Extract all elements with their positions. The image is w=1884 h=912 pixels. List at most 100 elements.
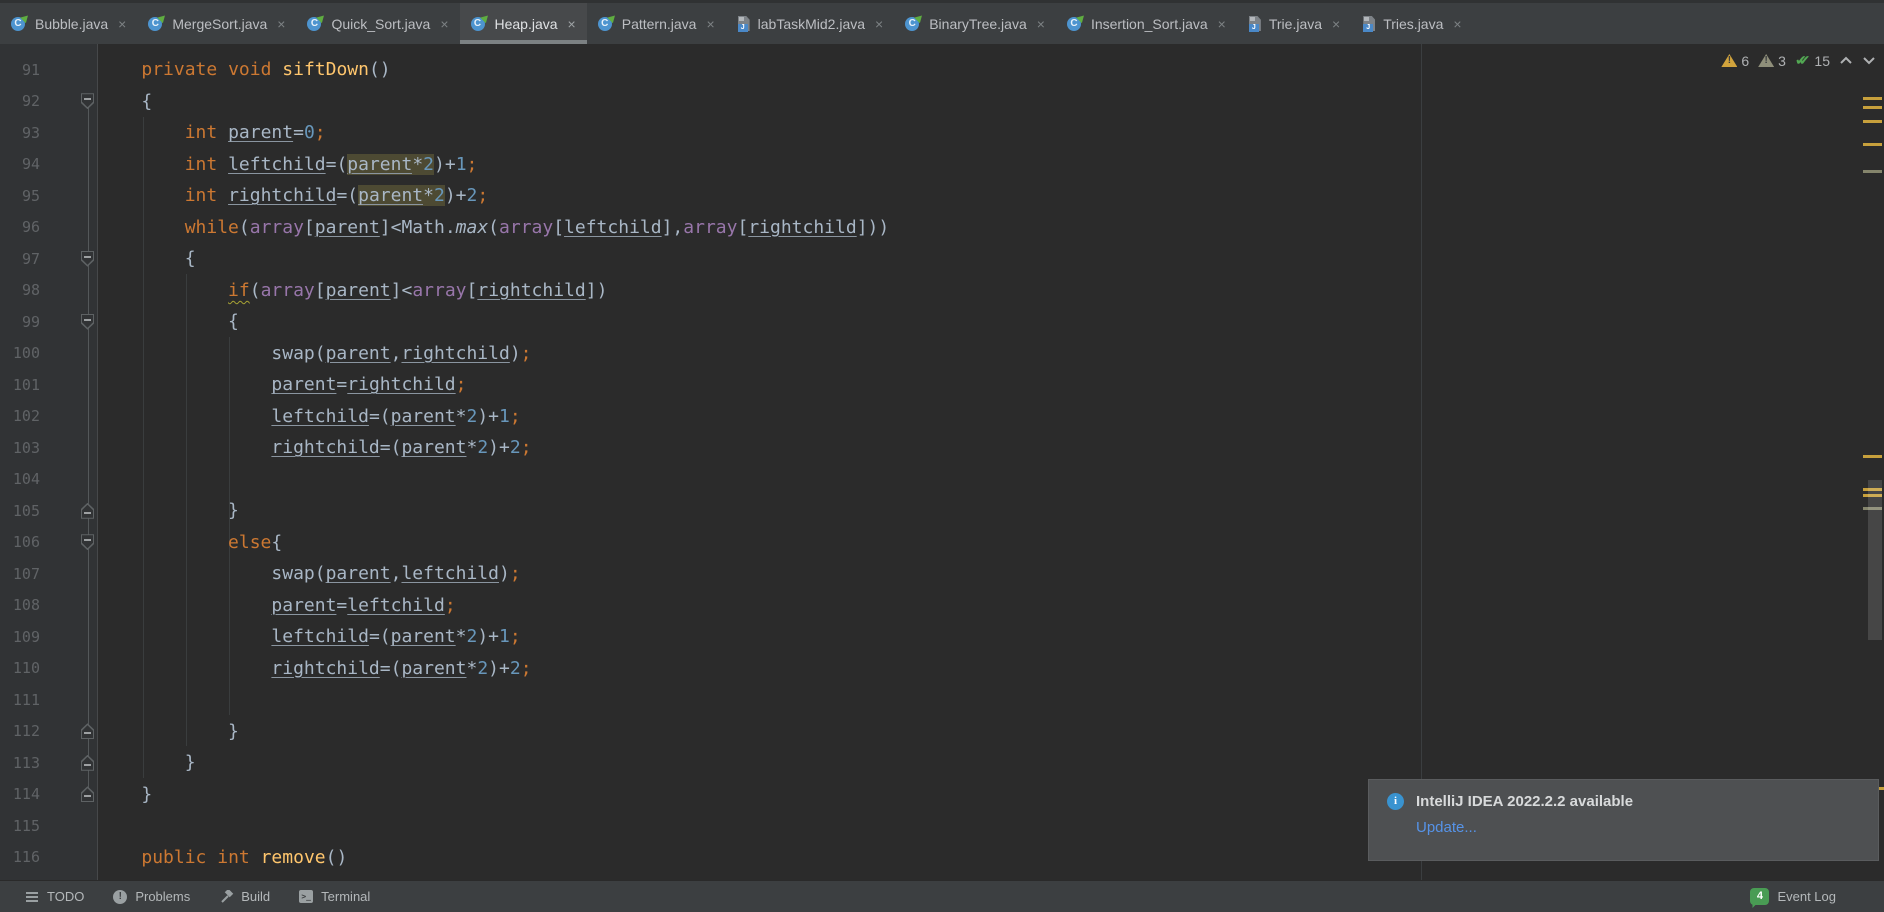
stripe-mark-warning[interactable] — [1863, 120, 1882, 123]
editor-scrollbar-thumb[interactable] — [1868, 480, 1882, 640]
line-number[interactable]: 113 — [0, 754, 40, 772]
fold-collapse-icon[interactable] — [81, 251, 94, 267]
stripe-mark-weak[interactable] — [1863, 170, 1882, 173]
line-number[interactable]: 99 — [0, 313, 40, 331]
line-number[interactable]: 107 — [0, 565, 40, 583]
line-number[interactable]: 103 — [0, 439, 40, 457]
code-text: rightchild=(parent*2)+2; — [98, 437, 532, 458]
fold-expand-icon[interactable] — [81, 503, 94, 519]
resolved-indicator[interactable]: ✔✔ 15 — [1795, 52, 1830, 69]
java-class-icon: C — [905, 15, 922, 32]
code-line: 109 leftchild=(parent*2)+1; — [0, 621, 1884, 653]
event-log-label: Event Log — [1777, 889, 1836, 904]
toolwindow-terminal-button[interactable]: >_Terminal — [284, 881, 384, 912]
close-tab-icon[interactable]: × — [118, 17, 126, 31]
close-tab-icon[interactable]: × — [1037, 17, 1045, 31]
line-number[interactable]: 106 — [0, 533, 40, 551]
line-number[interactable]: 95 — [0, 187, 40, 205]
line-number[interactable]: 96 — [0, 218, 40, 236]
line-number[interactable]: 105 — [0, 502, 40, 520]
line-number[interactable]: 109 — [0, 628, 40, 646]
fold-collapse-icon[interactable] — [81, 314, 94, 330]
tab-Bubble.java[interactable]: CBubble.java× — [0, 3, 137, 44]
tab-Heap.java[interactable]: CHeap.java× — [460, 3, 587, 44]
line-number[interactable]: 98 — [0, 281, 40, 299]
fold-expand-icon[interactable] — [81, 755, 94, 771]
close-tab-icon[interactable]: × — [875, 17, 883, 31]
close-tab-icon[interactable]: × — [706, 17, 714, 31]
tab-BinaryTree.java[interactable]: CBinaryTree.java× — [894, 3, 1056, 44]
line-number[interactable]: 93 — [0, 124, 40, 142]
fold-collapse-icon[interactable] — [81, 534, 94, 550]
java-file-icon: J — [1362, 15, 1376, 32]
line-number[interactable]: 92 — [0, 92, 40, 110]
fold-column — [40, 755, 98, 771]
line-number[interactable]: 116 — [0, 848, 40, 866]
event-log-button[interactable]: 4 Event Log — [1750, 888, 1836, 905]
line-number[interactable]: 111 — [0, 691, 40, 709]
update-link[interactable]: Update... — [1416, 819, 1633, 836]
code-lines: 91 private void siftDown()92 {93 int par… — [0, 44, 1884, 880]
fold-expand-icon[interactable] — [81, 786, 94, 802]
chevron-up-icon — [1839, 56, 1853, 65]
code-text: public int remove() — [98, 847, 347, 868]
tab-MergeSort.java[interactable]: CMergeSort.java× — [137, 3, 296, 44]
tab-labTaskMid2.java[interactable]: JlabTaskMid2.java× — [726, 3, 895, 44]
tab-label: Tries.java — [1383, 16, 1443, 32]
tab-Insertion_Sort.java[interactable]: CInsertion_Sort.java× — [1056, 3, 1237, 44]
tab-Quick_Sort.java[interactable]: CQuick_Sort.java× — [296, 3, 459, 44]
line-number[interactable]: 112 — [0, 722, 40, 740]
stripe-mark-warning[interactable] — [1863, 97, 1882, 100]
problems-icon: ! — [113, 890, 127, 904]
update-notification[interactable]: i IntelliJ IDEA 2022.2.2 available Updat… — [1368, 779, 1879, 861]
close-tab-icon[interactable]: × — [1453, 17, 1461, 31]
line-number[interactable]: 101 — [0, 376, 40, 394]
close-tab-icon[interactable]: × — [568, 17, 576, 31]
code-editor[interactable]: 91 private void siftDown()92 {93 int par… — [0, 44, 1884, 880]
close-tab-icon[interactable]: × — [440, 17, 448, 31]
fold-expand-icon[interactable] — [81, 723, 94, 739]
line-number[interactable]: 108 — [0, 596, 40, 614]
fold-column — [40, 723, 98, 739]
line-number[interactable]: 91 — [0, 61, 40, 79]
line-number[interactable]: 110 — [0, 659, 40, 677]
fold-collapse-icon[interactable] — [81, 93, 94, 109]
code-line: 101 parent=rightchild; — [0, 369, 1884, 401]
editor-tab-bar: CBubble.java×CMergeSort.java×CQuick_Sort… — [0, 0, 1884, 44]
previous-problem-button[interactable] — [1839, 56, 1853, 65]
code-line: 99 { — [0, 306, 1884, 338]
toolwindow-build-button[interactable]: Build — [204, 881, 284, 912]
line-number[interactable]: 102 — [0, 407, 40, 425]
line-number[interactable]: 94 — [0, 155, 40, 173]
stripe-mark-warning[interactable] — [1863, 106, 1882, 109]
toolwindow-label: TODO — [47, 889, 84, 904]
warnings-indicator[interactable]: 6 — [1721, 53, 1749, 69]
line-number[interactable]: 115 — [0, 817, 40, 835]
code-line: 110 rightchild=(parent*2)+2; — [0, 653, 1884, 685]
code-line: 97 { — [0, 243, 1884, 275]
stripe-mark-warning[interactable] — [1879, 787, 1884, 790]
info-icon: i — [1387, 793, 1404, 810]
notification-title: IntelliJ IDEA 2022.2.2 available — [1416, 791, 1633, 812]
error-stripe[interactable] — [1862, 44, 1884, 880]
close-tab-icon[interactable]: × — [277, 17, 285, 31]
java-class-icon: C — [148, 15, 165, 32]
stripe-mark-warning[interactable] — [1863, 143, 1882, 146]
line-number[interactable]: 100 — [0, 344, 40, 362]
ok-count: 15 — [1814, 53, 1830, 69]
tab-Pattern.java[interactable]: CPattern.java× — [587, 3, 726, 44]
toolwindow-todo-button[interactable]: TODO — [10, 881, 98, 912]
close-tab-icon[interactable]: × — [1218, 17, 1226, 31]
toolwindow-problems-button[interactable]: !Problems — [98, 881, 204, 912]
inspections-widget[interactable]: 6 3 ✔✔ 15 — [1721, 52, 1876, 69]
tab-Tries.java[interactable]: J Tries.java × — [1351, 3, 1472, 44]
tab-Trie.java[interactable]: JTrie.java× — [1237, 3, 1351, 44]
line-number[interactable]: 104 — [0, 470, 40, 488]
line-number[interactable]: 97 — [0, 250, 40, 268]
tab-label: Bubble.java — [35, 16, 108, 32]
tab-label: Quick_Sort.java — [331, 16, 430, 32]
stripe-mark-warning[interactable] — [1863, 455, 1882, 458]
close-tab-icon[interactable]: × — [1332, 17, 1340, 31]
weak-warnings-indicator[interactable]: 3 — [1758, 53, 1786, 69]
line-number[interactable]: 114 — [0, 785, 40, 803]
